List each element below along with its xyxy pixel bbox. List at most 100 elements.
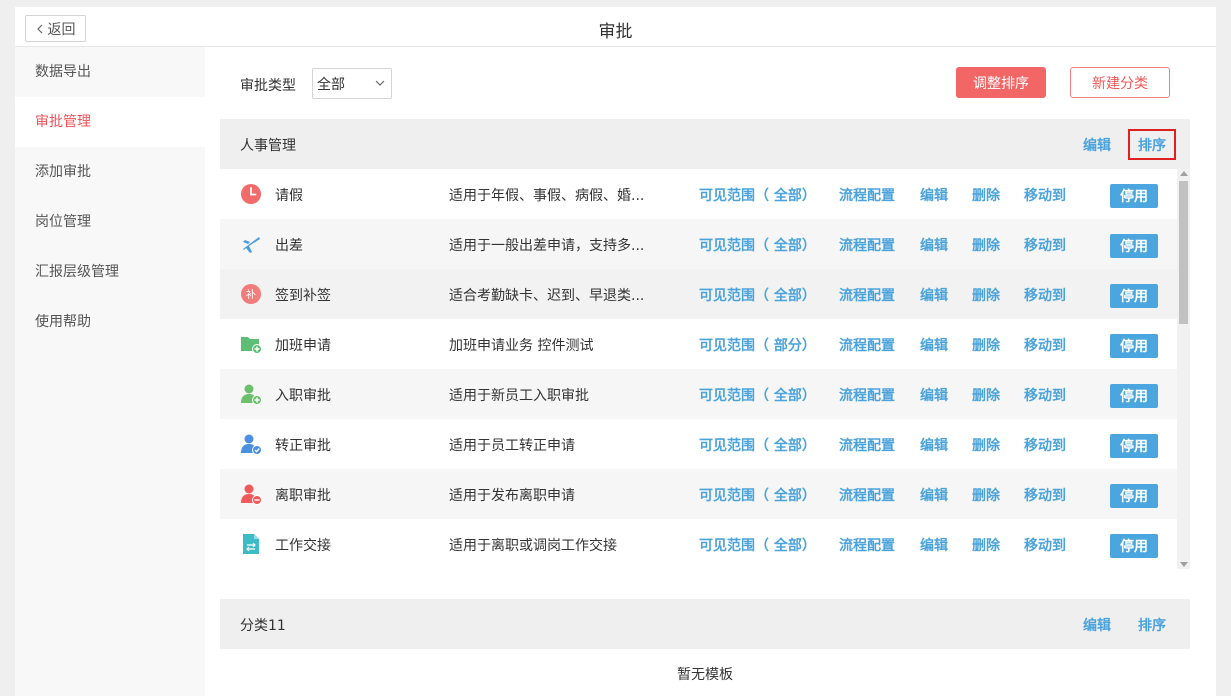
category-edit-link[interactable]: 编辑	[1083, 135, 1111, 155]
sidebar-item-position-management[interactable]: 岗位管理	[15, 197, 205, 247]
user-check-icon	[241, 434, 262, 455]
flow-config-link[interactable]: 流程配置	[839, 485, 895, 505]
edit-link[interactable]: 编辑	[920, 235, 948, 255]
sidebar-item-approval-management[interactable]: 审批管理	[15, 97, 205, 147]
template-description: 适用于离职或调岗工作交接	[449, 538, 617, 554]
visibility-scope-link[interactable]: 可见范围（ 全部）	[699, 235, 816, 255]
move-to-link[interactable]: 移动到	[1024, 285, 1066, 305]
visibility-scope-link[interactable]: 可见范围（ 全部）	[699, 435, 816, 455]
visibility-scope-link[interactable]: 可见范围（ 部分）	[699, 335, 816, 355]
sidebar-item-add-approval[interactable]: 添加审批	[15, 147, 205, 197]
folder-add-icon	[241, 337, 262, 354]
flow-config-link[interactable]: 流程配置	[839, 535, 895, 555]
new-category-button[interactable]: 新建分类	[1070, 67, 1170, 98]
edit-link[interactable]: 编辑	[920, 535, 948, 555]
template-description: 适用于发布离职申请	[449, 488, 575, 504]
clock-icon	[241, 184, 261, 204]
disable-button[interactable]: 停用	[1110, 484, 1158, 508]
move-to-link[interactable]: 移动到	[1024, 335, 1066, 355]
chevron-down-icon	[375, 80, 385, 86]
template-description: 加班申请业务 控件测试	[449, 338, 594, 354]
move-to-link[interactable]: 移动到	[1024, 235, 1066, 255]
disable-button[interactable]: 停用	[1110, 384, 1158, 408]
svg-text:补: 补	[246, 288, 256, 301]
template-row: 出差 适用于一般出差申请，支持多... 可见范围（ 全部） 流程配置 编辑 删除…	[220, 219, 1177, 269]
category-edit-link[interactable]: 编辑	[1083, 615, 1111, 635]
visibility-scope-link[interactable]: 可见范围（ 全部）	[699, 535, 816, 555]
delete-link[interactable]: 删除	[972, 485, 1000, 505]
template-description: 适用于年假、事假、病假、婚...	[449, 188, 645, 204]
disable-button[interactable]: 停用	[1110, 284, 1158, 308]
template-title: 出差	[275, 238, 303, 254]
delete-link[interactable]: 删除	[972, 385, 1000, 405]
delete-link[interactable]: 删除	[972, 435, 1000, 455]
top-bar: 返回 审批	[15, 7, 1216, 47]
flow-config-link[interactable]: 流程配置	[839, 385, 895, 405]
delete-link[interactable]: 删除	[972, 185, 1000, 205]
move-to-link[interactable]: 移动到	[1024, 435, 1066, 455]
scroll-thumb[interactable]	[1179, 181, 1188, 324]
disable-button[interactable]: 停用	[1110, 234, 1158, 258]
category-header: 分类11 编辑 排序	[220, 599, 1190, 649]
category-sort-link[interactable]: 排序	[1128, 609, 1176, 640]
template-description: 适合考勤缺卡、迟到、早退类...	[449, 288, 645, 304]
disable-button[interactable]: 停用	[1110, 334, 1158, 358]
template-row: 请假 适用于年假、事假、病假、婚... 可见范围（ 全部） 流程配置 编辑 删除…	[220, 169, 1177, 219]
user-add-icon	[241, 384, 262, 405]
move-to-link[interactable]: 移动到	[1024, 185, 1066, 205]
edit-link[interactable]: 编辑	[920, 435, 948, 455]
edit-link[interactable]: 编辑	[920, 185, 948, 205]
category-header: 人事管理 编辑 排序	[220, 119, 1190, 169]
scroll-up-arrow-icon[interactable]	[1180, 171, 1188, 176]
sidebar-item-data-export[interactable]: 数据导出	[15, 47, 205, 97]
category-sort-link[interactable]: 排序	[1128, 129, 1176, 160]
visibility-scope-link[interactable]: 可见范围（ 全部）	[699, 485, 816, 505]
template-row: 入职审批 适用于新员工入职审批 可见范围（ 全部） 流程配置 编辑 删除 移动到…	[220, 369, 1177, 419]
category-name: 分类11	[240, 618, 286, 634]
move-to-link[interactable]: 移动到	[1024, 535, 1066, 555]
scroll-down-arrow-icon[interactable]	[1180, 562, 1188, 567]
approval-type-select[interactable]: 全部	[312, 68, 392, 99]
disable-button[interactable]: 停用	[1110, 184, 1158, 208]
template-title: 加班申请	[275, 338, 331, 354]
disable-button[interactable]: 停用	[1110, 534, 1158, 558]
flow-config-link[interactable]: 流程配置	[839, 185, 895, 205]
template-title: 签到补签	[275, 288, 331, 304]
move-to-link[interactable]: 移动到	[1024, 385, 1066, 405]
user-remove-icon	[241, 484, 262, 505]
template-title: 入职审批	[275, 388, 331, 404]
flow-config-link[interactable]: 流程配置	[839, 285, 895, 305]
approval-type-value: 全部	[317, 76, 345, 93]
template-row: 工作交接 适用于离职或调岗工作交接 可见范围（ 全部） 流程配置 编辑 删除 移…	[220, 519, 1177, 569]
template-title: 离职审批	[275, 488, 331, 504]
flow-config-link[interactable]: 流程配置	[839, 335, 895, 355]
empty-template-text: 暂无模板	[677, 667, 733, 683]
category-name: 人事管理	[240, 138, 296, 154]
delete-link[interactable]: 删除	[972, 235, 1000, 255]
delete-link[interactable]: 删除	[972, 335, 1000, 355]
flow-config-link[interactable]: 流程配置	[839, 235, 895, 255]
flow-config-link[interactable]: 流程配置	[839, 435, 895, 455]
list-scrollbar[interactable]	[1177, 169, 1190, 569]
main-panel: 审批类型 全部 调整排序 新建分类 人事管理 编辑 排序 请假 适用于年假、事假…	[205, 47, 1216, 696]
delete-link[interactable]: 删除	[972, 285, 1000, 305]
template-list: 请假 适用于年假、事假、病假、婚... 可见范围（ 全部） 流程配置 编辑 删除…	[220, 169, 1190, 569]
edit-link[interactable]: 编辑	[920, 335, 948, 355]
visibility-scope-link[interactable]: 可见范围（ 全部）	[699, 385, 816, 405]
disable-button[interactable]: 停用	[1110, 434, 1158, 458]
visibility-scope-link[interactable]: 可见范围（ 全部）	[699, 185, 816, 205]
edit-link[interactable]: 编辑	[920, 285, 948, 305]
supplement-icon: 补	[241, 284, 261, 304]
edit-link[interactable]: 编辑	[920, 485, 948, 505]
delete-link[interactable]: 删除	[972, 535, 1000, 555]
edit-link[interactable]: 编辑	[920, 385, 948, 405]
sidebar-item-help[interactable]: 使用帮助	[15, 297, 205, 347]
adjust-sort-button[interactable]: 调整排序	[956, 67, 1046, 98]
approval-type-label: 审批类型	[240, 78, 296, 94]
sidebar-item-report-hierarchy[interactable]: 汇报层级管理	[15, 247, 205, 297]
template-description: 适用于员工转正申请	[449, 438, 575, 454]
page-title: 审批	[598, 22, 633, 42]
airplane-icon	[243, 237, 260, 253]
visibility-scope-link[interactable]: 可见范围（ 全部）	[699, 285, 816, 305]
move-to-link[interactable]: 移动到	[1024, 485, 1066, 505]
